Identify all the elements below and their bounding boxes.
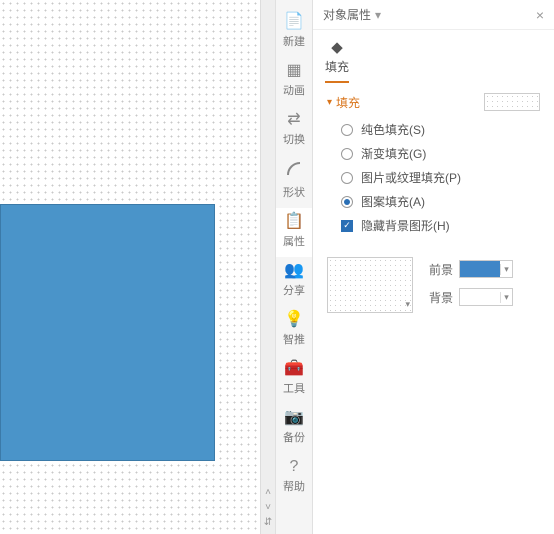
right-sidebar: 📄新建 ▦动画 ⇄切换 形状 📋属性 👥分享 💡智推 🧰工具 📷备份 ?帮助	[275, 0, 313, 534]
scroll-up-icon[interactable]: ˄	[265, 487, 271, 498]
panel-dropdown-icon[interactable]: ▾	[375, 8, 381, 22]
scroll-double-icon[interactable]: ⇵	[264, 517, 272, 528]
section-title: 填充	[336, 94, 360, 111]
share-icon: 👥	[284, 263, 304, 279]
radio-icon	[341, 124, 353, 136]
vertical-scrollbar[interactable]: ˄ ˅ ⇵	[260, 0, 275, 534]
panel-title: 对象属性	[323, 6, 371, 23]
sidebar-item-backup[interactable]: 📷备份	[275, 404, 313, 453]
radio-pattern[interactable]: 图案填充(A)	[341, 193, 540, 210]
radio-solid-label: 纯色填充(S)	[361, 121, 425, 138]
radio-pattern-label: 图案填充(A)	[361, 193, 425, 210]
properties-icon: 📋	[284, 214, 304, 230]
checkbox-hide-bg-label: 隐藏背景图形(H)	[361, 217, 450, 234]
selected-shape[interactable]	[0, 204, 215, 461]
fill-options: 纯色填充(S) 渐变填充(G) 图片或纹理填充(P) 图案填充(A) 隐藏背景图…	[327, 121, 540, 234]
checkbox-icon	[341, 220, 353, 232]
radio-icon	[341, 172, 353, 184]
tab-fill[interactable]: ◆ 填充	[325, 38, 349, 83]
sidebar-item-new[interactable]: 📄新建	[275, 8, 313, 57]
shape-icon	[286, 161, 302, 181]
radio-picture-label: 图片或纹理填充(P)	[361, 169, 461, 186]
close-icon[interactable]: ×	[536, 7, 544, 23]
radio-icon	[341, 148, 353, 160]
radio-picture[interactable]: 图片或纹理填充(P)	[341, 169, 540, 186]
background-label: 背景	[427, 289, 453, 306]
collapse-triangle-icon: ▾	[327, 97, 332, 108]
panel-header: 对象属性 ▾ ×	[313, 0, 554, 30]
chevron-down-icon: ▾	[405, 299, 410, 310]
pattern-color-row: ▾ 前景 ▾ 背景 ▾	[313, 251, 554, 319]
panel-tabs: ◆ 填充	[313, 30, 554, 83]
pattern-preview-small[interactable]	[484, 93, 540, 111]
section-header[interactable]: ▾ 填充	[327, 93, 540, 111]
background-color-picker[interactable]: ▾	[459, 288, 513, 306]
chevron-down-icon: ▾	[500, 292, 512, 303]
foreground-color-row: 前景 ▾	[427, 260, 513, 278]
help-icon: ?	[290, 459, 299, 475]
scroll-down-icon[interactable]: ˅	[265, 502, 271, 513]
sidebar-item-transition[interactable]: ⇄切换	[275, 106, 313, 155]
animation-icon: ▦	[286, 63, 301, 79]
radio-icon	[341, 196, 353, 208]
radio-solid[interactable]: 纯色填充(S)	[341, 121, 540, 138]
transition-icon: ⇄	[287, 112, 300, 128]
toolbox-icon: 🧰	[284, 361, 304, 377]
background-color-row: 背景 ▾	[427, 288, 513, 306]
radio-gradient-label: 渐变填充(G)	[361, 145, 426, 162]
sidebar-item-help[interactable]: ?帮助	[275, 453, 313, 502]
fill-section: ▾ 填充 纯色填充(S) 渐变填充(G) 图片或纹理填充(P) 图案填充(A) …	[313, 83, 554, 251]
bulb-icon: 💡	[284, 312, 304, 328]
sidebar-item-anim[interactable]: ▦动画	[275, 57, 313, 106]
foreground-label: 前景	[427, 261, 453, 278]
foreground-swatch	[460, 261, 500, 277]
foreground-color-picker[interactable]: ▾	[459, 260, 513, 278]
sidebar-item-share[interactable]: 👥分享	[275, 257, 313, 306]
pattern-swatch-picker[interactable]: ▾	[327, 257, 413, 313]
background-swatch	[460, 289, 500, 305]
properties-panel: 对象属性 ▾ × ◆ 填充 ▾ 填充 纯色填充(S) 渐变填充(G) 图片或纹理…	[313, 0, 554, 534]
tab-fill-label: 填充	[325, 58, 349, 75]
checkbox-hide-bg[interactable]: 隐藏背景图形(H)	[341, 217, 540, 234]
file-icon: 📄	[284, 14, 304, 30]
radio-gradient[interactable]: 渐变填充(G)	[341, 145, 540, 162]
camera-icon: 📷	[284, 410, 304, 426]
chevron-down-icon: ▾	[500, 264, 512, 275]
sidebar-item-tools[interactable]: 🧰工具	[275, 355, 313, 404]
sidebar-item-properties[interactable]: 📋属性	[275, 208, 313, 257]
sidebar-item-recommend[interactable]: 💡智推	[275, 306, 313, 355]
canvas-area[interactable]	[0, 0, 260, 534]
fill-bucket-icon: ◆	[331, 38, 343, 56]
sidebar-item-shape[interactable]: 形状	[275, 155, 313, 208]
